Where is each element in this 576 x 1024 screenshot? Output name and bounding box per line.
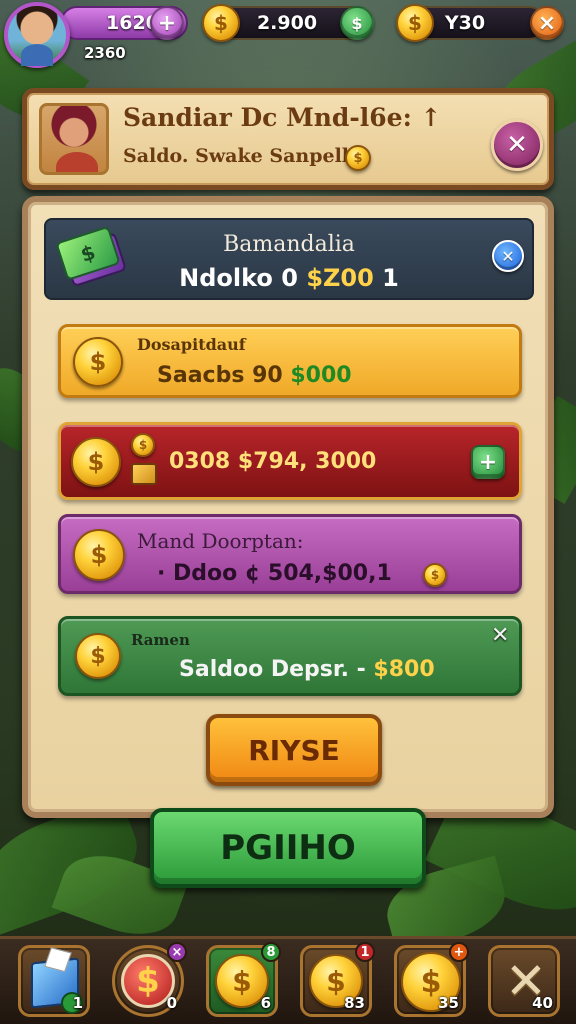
- close-icon: ✕: [491, 623, 510, 648]
- header-title: Sandiar Dc Mnd-l6e: ↑: [123, 103, 442, 132]
- close-icon: ✕: [501, 246, 515, 266]
- row-add-button[interactable]: +: [471, 445, 505, 479]
- coins-add-button[interactable]: $: [340, 6, 374, 40]
- row-value: Saldoo Depsr. - $800: [179, 657, 435, 682]
- coin-icon: $: [75, 633, 121, 679]
- coin-icon: $: [396, 4, 434, 42]
- slot-ballot[interactable]: 1: [18, 945, 90, 1017]
- close-icon: ✕: [506, 130, 528, 160]
- slot-coin-stack[interactable]: $ 1 83: [300, 942, 375, 1017]
- header-subtitle: Saldo. Swake Sanpell: [123, 145, 350, 167]
- slot-gold-coin[interactable]: $ + 35: [394, 942, 469, 1017]
- row-close-button[interactable]: ✕: [491, 623, 509, 648]
- slot-coin[interactable]: $ 8 6: [206, 942, 281, 1017]
- coin-icon: $: [131, 433, 155, 457]
- row-label: Ramen: [131, 631, 190, 649]
- header-close-button[interactable]: ✕: [491, 119, 543, 171]
- slot-dollar[interactable]: $ × 0: [112, 942, 187, 1017]
- level-add-button[interactable]: +: [150, 6, 184, 40]
- coins-value: 2.900: [256, 12, 318, 34]
- coin-icon: $: [345, 145, 371, 171]
- slot-close[interactable]: ✕ 40: [488, 945, 560, 1017]
- main-panel: $ Bamandalia Ndolko 0 $Z00 1 ✕ $ Dosapit…: [22, 196, 554, 818]
- list-item[interactable]: $ $ 0308 $794, 3000 +: [58, 422, 522, 500]
- close-icon: ×: [537, 10, 557, 36]
- balance-close-button[interactable]: ✕: [492, 240, 524, 272]
- gems-close-button[interactable]: ×: [530, 6, 564, 40]
- coin-icon: $: [202, 4, 240, 42]
- dollar-icon: $: [351, 13, 363, 33]
- coin-icon: $: [423, 563, 447, 587]
- coin-icon: $: [73, 337, 123, 387]
- main-action-button[interactable]: PGIIHO: [150, 808, 426, 888]
- npc-portrait: [39, 103, 109, 175]
- row-label: Mand Doorptan:: [137, 529, 304, 553]
- plus-icon: +: [478, 449, 498, 475]
- list-item[interactable]: $ Mand Doorptan: · Ddoo ¢ 504,$00,1 $: [58, 514, 522, 594]
- header-panel: Sandiar Dc Mnd-l6e: ↑ Saldo. Swake Sanpe…: [22, 88, 554, 190]
- balance-title: Bamandalia: [223, 232, 355, 257]
- row-label: Dosapitdauf: [137, 335, 246, 354]
- top-hud: 1620 + 2360 2.900 $ $ Y30 $ ×: [0, 0, 576, 80]
- list-item[interactable]: $ Dosapitdauf Saacbs 90 $000: [58, 324, 522, 398]
- bottom-bar: 1 $ × 0 $ 8 6 $ 1 83 $ + 35 ✕ 40: [0, 936, 576, 1024]
- riyse-button[interactable]: RIYSE: [206, 714, 382, 786]
- row-value: Saacbs 90 $000: [157, 363, 352, 388]
- sub-value: 2360: [84, 44, 126, 62]
- row-value: 0308 $794, 3000: [169, 449, 377, 474]
- balance-bar: $ Bamandalia Ndolko 0 $Z00 1 ✕: [44, 218, 534, 300]
- coin-icon: $: [71, 437, 121, 487]
- chest-icon: [131, 463, 157, 485]
- balance-amount: Ndolko 0 $Z00 1: [179, 264, 399, 292]
- list-item[interactable]: $ Ramen Saldoo Depsr. - $800 ✕: [58, 616, 522, 696]
- player-avatar[interactable]: [4, 2, 70, 68]
- plus-icon: +: [157, 10, 177, 36]
- coin-icon: $: [73, 529, 125, 581]
- gems-value: Y30: [444, 12, 486, 34]
- row-value: · Ddoo ¢ 504,$00,1: [157, 561, 392, 586]
